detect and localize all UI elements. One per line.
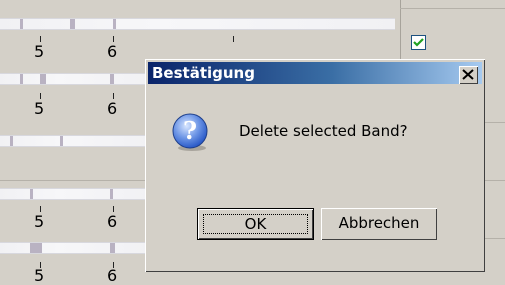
question-icon: ? <box>172 113 208 151</box>
band-strip <box>0 73 148 85</box>
ruler-number: 5 <box>34 266 45 285</box>
ruler-tick <box>233 36 234 42</box>
ruler-number: 6 <box>107 99 118 118</box>
grid-line <box>400 8 505 9</box>
ok-button[interactable]: OK <box>197 208 314 240</box>
band-strip <box>0 18 395 30</box>
ruler-number: 5 <box>34 99 45 118</box>
ruler-number: 6 <box>107 42 118 61</box>
ruler-number: 6 <box>107 212 118 231</box>
band-strip <box>0 242 148 254</box>
dialog-message: Delete selected Band? <box>239 122 408 140</box>
grid-line <box>0 180 148 181</box>
close-button[interactable] <box>459 66 478 84</box>
ruler-number: 6 <box>107 266 118 285</box>
svg-text:?: ? <box>183 116 197 145</box>
band-strip <box>0 188 148 200</box>
dialog-title: Bestätigung <box>152 64 255 82</box>
ok-label: OK <box>244 215 267 233</box>
checkmark-icon <box>413 38 424 47</box>
close-icon <box>462 69 474 80</box>
ruler-number: 5 <box>34 42 45 61</box>
confirm-dialog: Bestätigung ? Delete selected Band? OK A… <box>145 59 485 272</box>
dialog-titlebar[interactable]: Bestätigung <box>148 62 482 84</box>
cancel-label: Abbrechen <box>338 214 420 232</box>
ruler-number: 5 <box>34 212 45 231</box>
band-strip <box>0 135 148 147</box>
cancel-button[interactable]: Abbrechen <box>321 208 437 240</box>
band-checkbox[interactable] <box>411 35 426 50</box>
